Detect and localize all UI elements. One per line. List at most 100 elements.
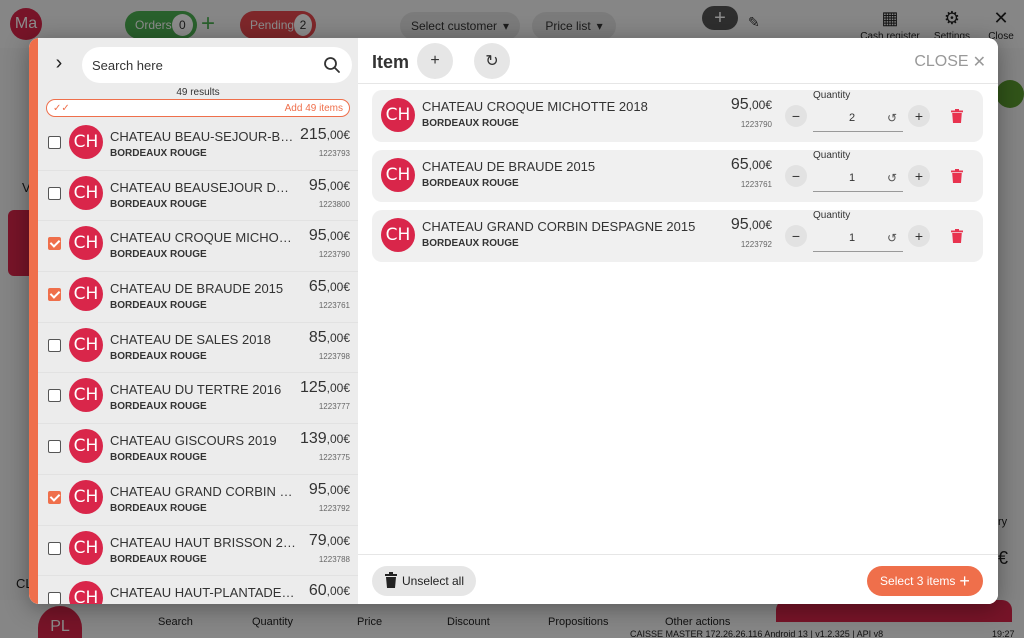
price-dec: ,00€ bbox=[326, 128, 350, 142]
add-item-button[interactable]: + bbox=[417, 43, 453, 79]
result-row[interactable]: CH CHATEAU HAUT BRISSON 2019 BORDEAUX RO… bbox=[38, 526, 358, 577]
product-sku: 1223790 bbox=[740, 120, 772, 129]
price-int: 95 bbox=[308, 227, 327, 245]
double-check-icon: ✓✓ bbox=[53, 102, 70, 114]
delete-item-button[interactable] bbox=[949, 107, 965, 125]
row-checkbox[interactable] bbox=[48, 440, 61, 454]
delete-item-button[interactable] bbox=[949, 167, 965, 185]
product-price: 139,00€ bbox=[300, 430, 350, 448]
product-sku: 1223761 bbox=[318, 301, 350, 311]
product-avatar: CH bbox=[381, 98, 415, 132]
row-checkbox[interactable] bbox=[48, 592, 61, 604]
product-category: BORDEAUX ROUGE bbox=[110, 198, 207, 210]
row-checkbox[interactable] bbox=[48, 389, 61, 403]
price-int: 65 bbox=[730, 156, 749, 173]
close-label: CLOSE bbox=[914, 53, 969, 70]
increase-quantity-button[interactable]: + bbox=[908, 165, 930, 187]
refresh-button[interactable]: ↻ bbox=[474, 43, 510, 79]
row-checkbox[interactable] bbox=[48, 490, 61, 504]
selected-list: CH CHATEAU CROQUE MICHOTTE 2018 BORDEAUX… bbox=[372, 90, 983, 270]
quantity-label: Quantity bbox=[813, 150, 851, 161]
row-checkbox[interactable] bbox=[48, 186, 61, 200]
product-avatar: CH bbox=[69, 378, 103, 413]
price-int: 65 bbox=[308, 278, 327, 296]
chevron-right-icon[interactable]: › bbox=[48, 52, 70, 74]
row-checkbox[interactable] bbox=[48, 338, 61, 352]
product-price: 95,00€ bbox=[309, 177, 350, 195]
result-row[interactable]: CH CHATEAU DU TERTRE 2016 BORDEAUX ROUGE… bbox=[38, 373, 358, 425]
product-avatar: CH bbox=[69, 327, 103, 362]
decrease-quantity-button[interactable]: − bbox=[785, 165, 807, 187]
select-items-button[interactable]: Select 3 items + bbox=[867, 566, 983, 596]
search-box[interactable] bbox=[82, 47, 352, 83]
quantity-label: Quantity bbox=[813, 210, 851, 221]
product-sku: 1223788 bbox=[318, 554, 350, 564]
row-checkbox[interactable] bbox=[48, 237, 61, 251]
delete-item-button[interactable] bbox=[949, 227, 965, 245]
unselect-all-label: Unselect all bbox=[401, 574, 465, 588]
quantity-field[interactable]: 2 ↺ bbox=[813, 104, 903, 132]
selection-footer: Unselect all Select 3 items + bbox=[358, 554, 998, 604]
product-avatar: CH bbox=[381, 158, 415, 192]
add-all-button[interactable]: ✓✓ Add 49 items bbox=[46, 99, 350, 117]
price-dec: ,00€ bbox=[326, 482, 350, 497]
decrease-quantity-button[interactable]: − bbox=[785, 105, 807, 127]
price-dec: ,00€ bbox=[326, 280, 350, 295]
quantity-value[interactable]: 1 bbox=[813, 172, 881, 184]
result-row[interactable]: CH CHATEAU DE BRAUDE 2015 BORDEAUX ROUGE… bbox=[38, 272, 358, 323]
product-name: CHATEAU DU TERTRE 2016 bbox=[110, 382, 282, 398]
row-checkbox[interactable] bbox=[48, 541, 61, 555]
product-avatar: CH bbox=[69, 125, 103, 159]
price-int: 60 bbox=[308, 582, 327, 600]
product-name: CHATEAU BEAU-SEJOUR-BECOT ... bbox=[110, 129, 296, 144]
product-price: 125,00€ bbox=[300, 379, 350, 397]
result-row[interactable]: CH CHATEAU GISCOURS 2019 BORDEAUX ROUGE … bbox=[38, 424, 358, 475]
unselect-all-button[interactable]: Unselect all bbox=[372, 566, 476, 596]
price-dec: ,00€ bbox=[326, 330, 350, 345]
results-count: 49 results bbox=[176, 87, 220, 98]
product-sku: 1223798 bbox=[318, 351, 350, 361]
trash-icon bbox=[384, 571, 398, 591]
reset-quantity-icon[interactable]: ↺ bbox=[881, 171, 903, 185]
search-header: › 49 results ✓✓ Add 49 items bbox=[38, 38, 358, 124]
product-name: CHATEAU CROQUE MICHOTTE 2018 bbox=[422, 99, 648, 114]
product-sku: 1223793 bbox=[318, 149, 350, 158]
price-dec: ,00€ bbox=[326, 178, 350, 193]
close-button[interactable]: CLOSE ✕ bbox=[914, 52, 986, 72]
quantity-value[interactable]: 1 bbox=[813, 232, 881, 244]
product-price: 95,00€ bbox=[309, 481, 350, 499]
decrease-quantity-button[interactable]: − bbox=[785, 225, 807, 247]
search-icon[interactable] bbox=[322, 55, 342, 75]
row-checkbox[interactable] bbox=[48, 288, 61, 302]
quantity-field[interactable]: 1 ↺ bbox=[813, 164, 903, 192]
reset-quantity-icon[interactable]: ↺ bbox=[881, 111, 903, 125]
quantity-field[interactable]: 1 ↺ bbox=[813, 224, 903, 252]
product-sku: 1223792 bbox=[318, 503, 350, 513]
price-dec: ,00€ bbox=[326, 584, 350, 599]
reset-quantity-icon[interactable]: ↺ bbox=[881, 231, 903, 245]
product-avatar: CH bbox=[381, 218, 415, 252]
product-category: BORDEAUX ROUGE bbox=[110, 401, 207, 413]
result-row[interactable]: CH CHATEAU BEAUSEJOUR DE BON... BORDEAUX… bbox=[38, 171, 358, 222]
trash-icon bbox=[951, 109, 963, 123]
product-sku: 1223800 bbox=[318, 199, 350, 209]
price-int: 95 bbox=[730, 216, 749, 233]
row-checkbox[interactable] bbox=[48, 136, 61, 149]
result-row[interactable]: CH CHATEAU BEAU-SEJOUR-BECOT ... BORDEAU… bbox=[38, 120, 358, 171]
selected-item-card: CH CHATEAU GRAND CORBIN DESPAGNE 2015 BO… bbox=[372, 210, 983, 262]
product-price: 60,00€ bbox=[309, 582, 350, 600]
result-row[interactable]: CH CHATEAU GRAND CORBIN DESP... BORDEAUX… bbox=[38, 474, 358, 526]
select-items-label: Select 3 items bbox=[880, 574, 956, 588]
results-list[interactable]: CH CHATEAU BEAU-SEJOUR-BECOT ... BORDEAU… bbox=[38, 120, 358, 604]
result-row[interactable]: CH CHATEAU DE SALES 2018 BORDEAUX ROUGE … bbox=[38, 323, 358, 374]
refresh-icon: ↻ bbox=[485, 53, 499, 70]
product-sku: 1223775 bbox=[318, 453, 350, 463]
increase-quantity-button[interactable]: + bbox=[908, 225, 930, 247]
result-row[interactable]: CH CHATEAU CROQUE MICHOTTE 2... BORDEAUX… bbox=[38, 221, 358, 273]
search-input[interactable] bbox=[92, 57, 322, 73]
increase-quantity-button[interactable]: + bbox=[908, 105, 930, 127]
result-row[interactable]: CH CHATEAU HAUT-PLANTADE 2016 BORDEAUX R… bbox=[38, 576, 358, 604]
quantity-value[interactable]: 2 bbox=[813, 112, 881, 124]
price-dec: ,00€ bbox=[748, 98, 772, 112]
trash-icon bbox=[951, 169, 963, 183]
